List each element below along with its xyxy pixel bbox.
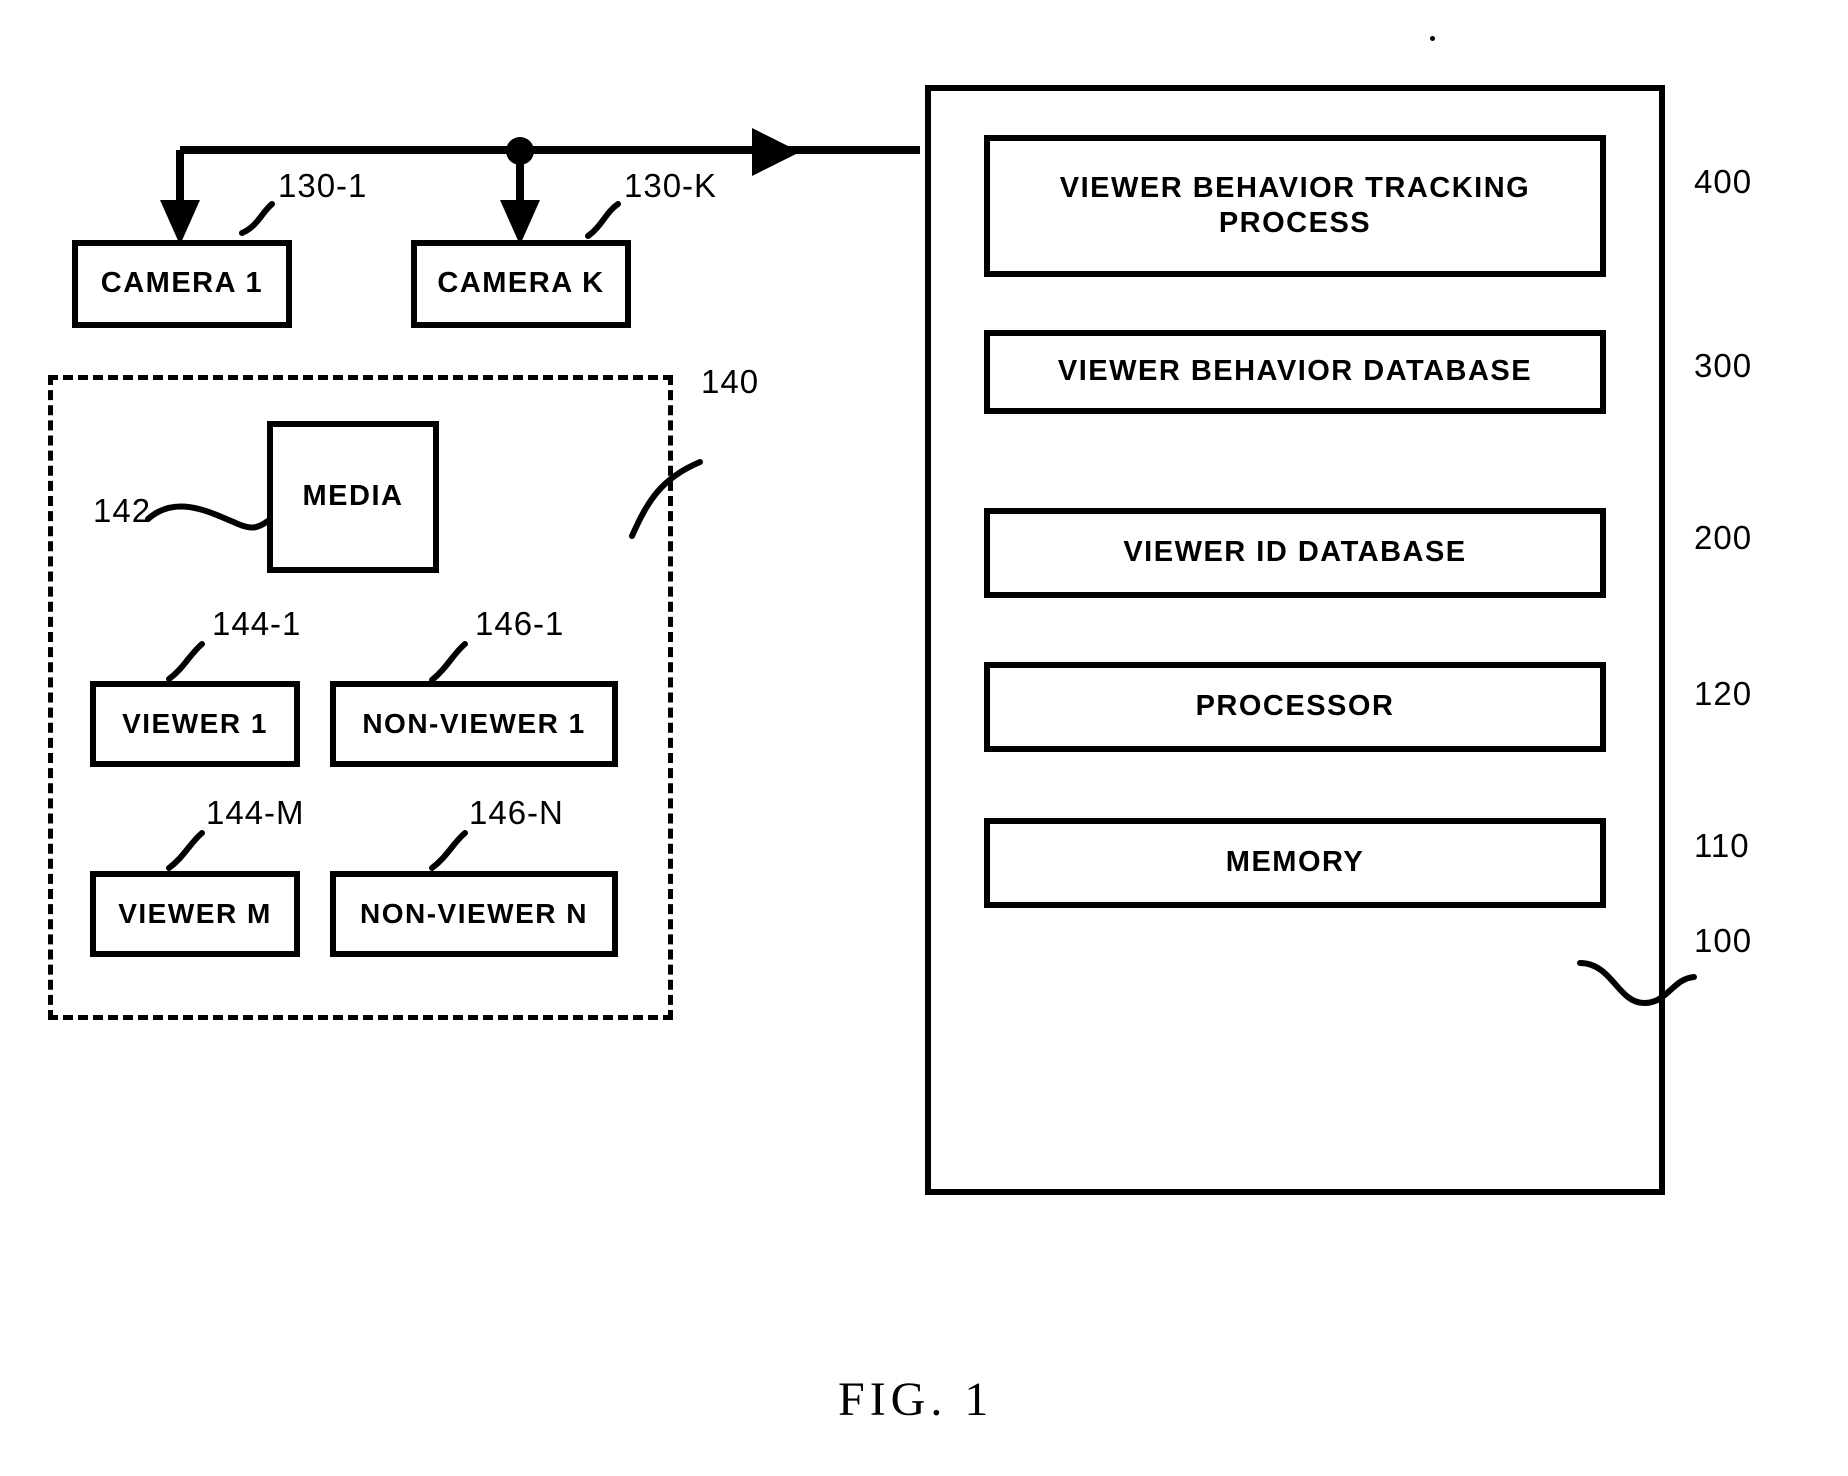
- patent-figure: CAMERA 1 130-1 CAMERA K 130-K 140 MEDIA …: [0, 0, 1848, 1476]
- ref-300: 300: [1694, 347, 1753, 384]
- ref-144-M: 144-M: [206, 794, 305, 831]
- ref-110: 110: [1694, 827, 1750, 864]
- ref-400: 400: [1694, 163, 1753, 200]
- memory-label: MEMORY: [1225, 846, 1365, 879]
- ref-144-1: 144-1: [212, 605, 302, 642]
- viewer-id-database-box[interactable]: VIEWER ID DATABASE: [984, 508, 1606, 598]
- ref-130-K: 130-K: [624, 167, 718, 204]
- non-viewer-1-label: NON-VIEWER 1: [362, 707, 586, 739]
- leader-130-1: [239, 201, 275, 236]
- camera1-arrowhead: [160, 200, 200, 245]
- figure-caption: FIG. 1: [838, 1373, 994, 1426]
- viewer-1-label: VIEWER 1: [122, 707, 268, 739]
- viewer-m-box[interactable]: VIEWER M: [90, 871, 300, 957]
- cameraK-arrowhead: [500, 200, 540, 245]
- ref-146-N: 146-N: [469, 794, 564, 831]
- viewer-behavior-database-box[interactable]: VIEWER BEHAVIOR DATABASE: [984, 330, 1606, 414]
- camera-1-box[interactable]: CAMERA 1: [72, 240, 292, 328]
- scan-artifact-speck: [1430, 36, 1435, 41]
- system-input-arrowhead: [752, 128, 800, 176]
- leader-130-K: [585, 201, 621, 239]
- processor-label: PROCESSOR: [1195, 690, 1395, 723]
- viewer-behavior-tracking-process-box[interactable]: VIEWER BEHAVIOR TRACKING PROCESS: [984, 135, 1606, 277]
- camera-k-box[interactable]: CAMERA K: [411, 240, 631, 328]
- non-viewer-1-box[interactable]: NON-VIEWER 1: [330, 681, 618, 767]
- processor-box[interactable]: PROCESSOR: [984, 662, 1606, 752]
- ref-130-1: 130-1: [278, 167, 368, 204]
- ref-142: 142: [93, 492, 152, 529]
- viewer-behavior-database-label: VIEWER BEHAVIOR DATABASE: [1057, 355, 1533, 388]
- viewer-behavior-tracking-process-label: VIEWER BEHAVIOR TRACKING PROCESS: [1059, 171, 1531, 239]
- ref-146-1: 146-1: [475, 605, 565, 642]
- ref-120: 120: [1694, 675, 1753, 712]
- viewer-id-database-label: VIEWER ID DATABASE: [1123, 536, 1467, 569]
- media-box[interactable]: MEDIA: [267, 421, 439, 573]
- viewer-m-label: VIEWER M: [118, 897, 272, 929]
- camera-1-label: CAMERA 1: [100, 267, 264, 300]
- ref-100: 100: [1694, 922, 1753, 959]
- ref-140: 140: [701, 363, 760, 400]
- camera-k-label: CAMERA K: [437, 267, 605, 300]
- ref-200: 200: [1694, 519, 1753, 556]
- memory-box[interactable]: MEMORY: [984, 818, 1606, 908]
- media-label: MEDIA: [302, 480, 404, 513]
- non-viewer-n-box[interactable]: NON-VIEWER N: [330, 871, 618, 957]
- non-viewer-n-label: NON-VIEWER N: [360, 897, 588, 929]
- viewer-1-box[interactable]: VIEWER 1: [90, 681, 300, 767]
